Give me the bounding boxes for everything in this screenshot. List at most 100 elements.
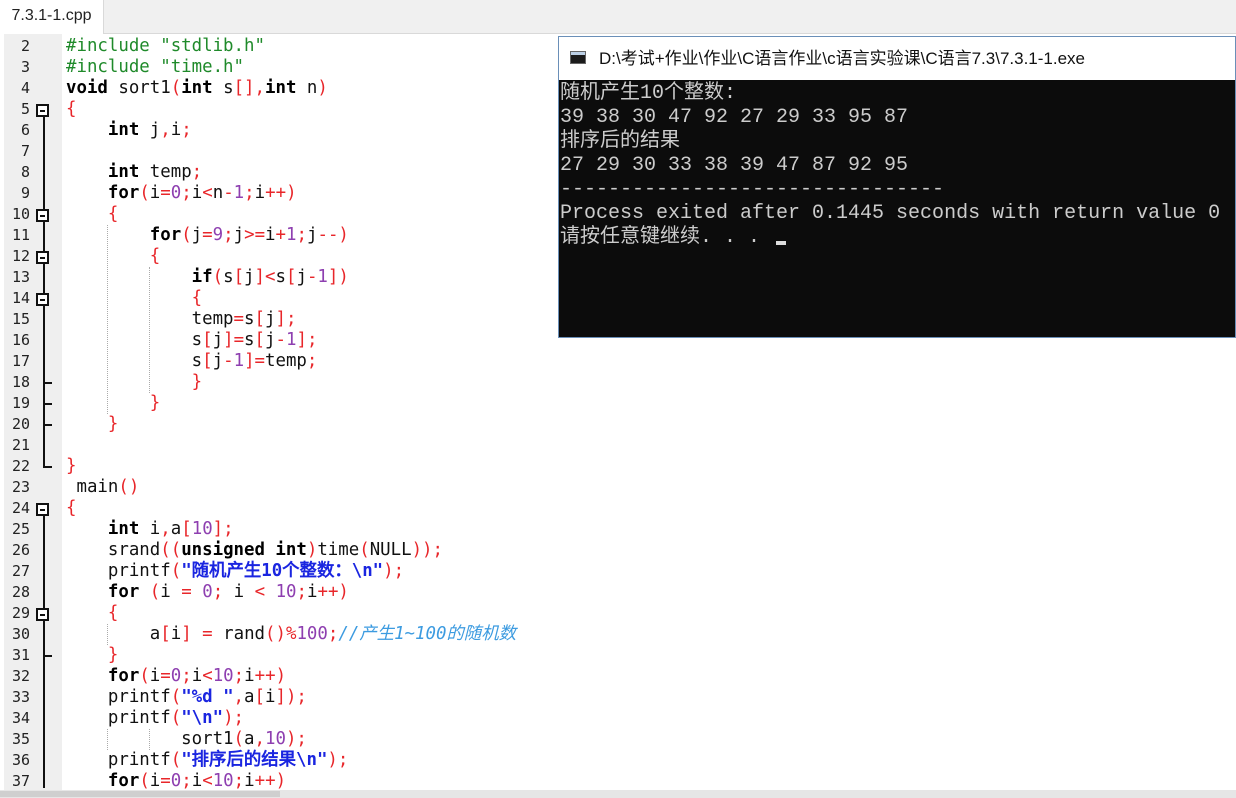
fold-collapse-icon[interactable] <box>36 103 49 117</box>
code-token: < <box>202 771 213 790</box>
line-number: 10 <box>11 205 30 223</box>
line-number: 21 <box>11 436 30 454</box>
code-token: ); <box>285 729 307 749</box>
code-token: = <box>202 624 213 644</box>
code-token: + <box>275 225 287 245</box>
code-token: ); <box>327 750 349 770</box>
code-token: 10 <box>264 729 286 749</box>
code-token: for <box>107 183 140 203</box>
console-title-bar[interactable]: D:\考试+作业\作业\C语言作业\c语言实验课\C语言7.3\7.3.1-1.… <box>559 37 1235 80</box>
code-token: j <box>306 225 318 245</box>
console-text: 请按任意键继续. . . <box>560 226 773 249</box>
horizontal-scrollbar[interactable] <box>0 790 1236 798</box>
line-number: 25 <box>11 520 30 538</box>
code-token: )); <box>411 540 443 560</box>
console-line: 39 38 30 47 92 27 29 33 95 87 <box>560 106 1220 130</box>
fold-collapse-icon[interactable] <box>36 250 49 264</box>
code-token: ( <box>139 666 150 686</box>
code-token: ]= <box>244 351 266 371</box>
code-token: ]; <box>212 519 234 539</box>
code-token: srand <box>66 540 161 560</box>
console-window[interactable]: D:\考试+作业\作业\C语言作业\c语言实验课\C语言7.3\7.3.1-1.… <box>558 36 1236 338</box>
code-token: 9 <box>212 225 224 245</box>
code-token: s <box>66 330 203 350</box>
code-token: , <box>233 687 245 707</box>
fold-collapse-icon[interactable] <box>36 292 49 306</box>
code-text: } <box>66 645 118 666</box>
code-token: { <box>191 288 203 308</box>
console-text: 27 29 30 33 38 39 47 87 92 95 <box>560 154 909 177</box>
fold-collapse-icon[interactable] <box>36 208 49 222</box>
code-token: [ <box>285 267 297 287</box>
code-token: [ <box>181 519 192 539</box>
code-text: for(i=0;i<n-1;i++) <box>66 183 297 204</box>
fold-line <box>43 508 45 788</box>
code-text: s[j-1]=temp; <box>66 351 318 372</box>
code-token: ( <box>170 708 182 728</box>
code-text: { <box>66 603 118 624</box>
code-token: = <box>160 771 171 790</box>
code-token: ; <box>296 225 307 245</box>
console-line: 27 29 30 33 38 39 47 87 92 95 <box>560 154 1220 178</box>
line-number: 29 <box>11 604 30 622</box>
code-text: printf("%d ",a[i]); <box>66 687 307 708</box>
fold-collapse-icon[interactable] <box>36 607 49 621</box>
code-token: ( <box>170 78 182 98</box>
code-token: for <box>107 666 140 686</box>
code-token: ; <box>191 162 203 182</box>
code-token: ( <box>170 750 182 770</box>
code-token: unsigned int <box>181 540 307 560</box>
code-token: main <box>66 477 119 497</box>
code-text: a[i] = rand()%100;//产生1~100的随机数 <box>66 624 516 645</box>
scrollbar-thumb[interactable] <box>0 791 280 797</box>
line-number: 3 <box>20 58 30 76</box>
code-token: j <box>212 330 224 350</box>
code-token: 1 <box>233 351 245 371</box>
code-token: printf <box>66 708 171 728</box>
code-token: time <box>317 540 360 560</box>
line-number: 33 <box>11 688 30 706</box>
code-token: , <box>160 120 171 140</box>
code-token: 0 <box>170 183 182 203</box>
code-token: { <box>66 99 77 119</box>
code-token: , <box>160 519 171 539</box>
line-number: 12 <box>11 247 30 265</box>
tab-file[interactable]: 7.3.1-1.cpp <box>0 0 104 34</box>
line-number: 32 <box>11 667 30 685</box>
code-token: ( <box>139 183 150 203</box>
line-number: 27 <box>11 562 30 580</box>
code-token: ; <box>244 183 255 203</box>
text-cursor <box>776 241 787 245</box>
code-token: i <box>149 771 161 790</box>
console-line: 请按任意键继续. . . <box>560 226 1220 250</box>
code-token: ]= <box>223 330 245 350</box>
line-number: 11 <box>11 226 30 244</box>
code-token: 0 <box>202 582 213 602</box>
code-token: a <box>244 687 255 707</box>
code-token: i <box>191 666 203 686</box>
code-token: ; <box>296 582 307 602</box>
code-token: ( <box>170 687 182 707</box>
code-token: i <box>149 183 161 203</box>
code-token: 10 <box>212 771 234 790</box>
code-token: ( <box>139 771 150 790</box>
code-token: int <box>265 78 297 98</box>
code-token: ); <box>383 561 405 581</box>
line-number: 19 <box>11 394 30 412</box>
code-token: #include "stdlib.h" <box>66 36 265 56</box>
code-text: for(j=9;j>=i+1;j--) <box>66 225 349 246</box>
fold-end-marker <box>43 465 52 468</box>
code-token: ++) <box>317 582 349 602</box>
line-number: 24 <box>11 499 30 517</box>
code-token: ]; <box>296 330 318 350</box>
code-token: ; <box>212 582 224 602</box>
line-number: 5 <box>20 100 30 118</box>
console-line: 随机产生10个整数: <box>560 82 1220 106</box>
console-line: -------------------------------- <box>560 178 1220 202</box>
code-token: int <box>181 78 213 98</box>
fold-collapse-icon[interactable] <box>36 502 49 516</box>
